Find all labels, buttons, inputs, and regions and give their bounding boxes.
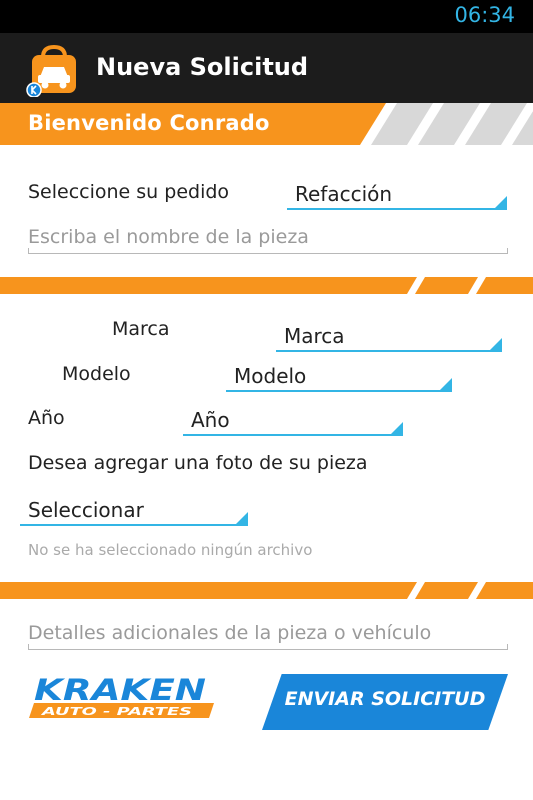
part-name-input[interactable]: Escriba el nombre de la pieza	[28, 224, 508, 254]
welcome-text: Bienvenido Conrado	[28, 111, 270, 135]
status-bar: 06:34	[0, 0, 533, 33]
section-divider-graphic	[0, 277, 533, 294]
section-divider	[0, 582, 533, 599]
brand-value: Marca	[284, 324, 345, 348]
status-time: 06:34	[454, 3, 515, 27]
logo-main-text: KRAKEN	[34, 673, 206, 707]
section-divider	[0, 277, 533, 294]
spinner-arrow-icon	[391, 422, 403, 434]
part-name-placeholder: Escriba el nombre de la pieza	[28, 226, 309, 248]
logo-sub-text: AUTO - PARTES	[40, 705, 192, 718]
details-input[interactable]: Detalles adicionales de la pieza o vehíc…	[28, 620, 508, 650]
year-value: Año	[191, 408, 230, 432]
spinner-arrow-icon	[495, 196, 507, 208]
model-value: Modelo	[234, 364, 307, 388]
spinner-arrow-icon	[490, 338, 502, 350]
page-title: Nueva Solicitud	[96, 53, 309, 81]
photo-select-value: Seleccionar	[28, 498, 144, 522]
brand-spinner[interactable]: Marca	[276, 320, 502, 352]
app-icon[interactable]	[26, 41, 82, 97]
brand-label: Marca	[112, 318, 170, 340]
order-type-value: Refacción	[295, 182, 393, 206]
spinner-arrow-icon	[236, 512, 248, 524]
action-bar: Nueva Solicitud	[0, 33, 533, 103]
kraken-logo: KRAKEN AUTO - PARTES	[29, 673, 214, 718]
model-spinner[interactable]: Modelo	[226, 360, 452, 392]
year-label: Año	[28, 407, 65, 429]
send-request-label: ENVIAR SOLICITUD	[284, 688, 486, 710]
order-type-spinner[interactable]: Refacción	[287, 178, 507, 210]
order-label: Seleccione su pedido	[28, 181, 230, 203]
no-file-text: No se ha seleccionado ningún archivo	[28, 541, 313, 559]
model-label: Modelo	[62, 363, 131, 385]
send-request-button[interactable]: ENVIAR SOLICITUD	[262, 674, 508, 730]
welcome-banner: Bienvenido Conrado	[0, 103, 533, 145]
details-placeholder: Detalles adicionales de la pieza o vehíc…	[28, 622, 432, 644]
photo-prompt: Desea agregar una foto de su pieza	[28, 452, 368, 474]
year-spinner[interactable]: Año	[183, 404, 403, 436]
photo-select-spinner[interactable]: Seleccionar	[20, 494, 248, 526]
section-divider-graphic	[0, 582, 533, 599]
spinner-arrow-icon	[440, 378, 452, 390]
